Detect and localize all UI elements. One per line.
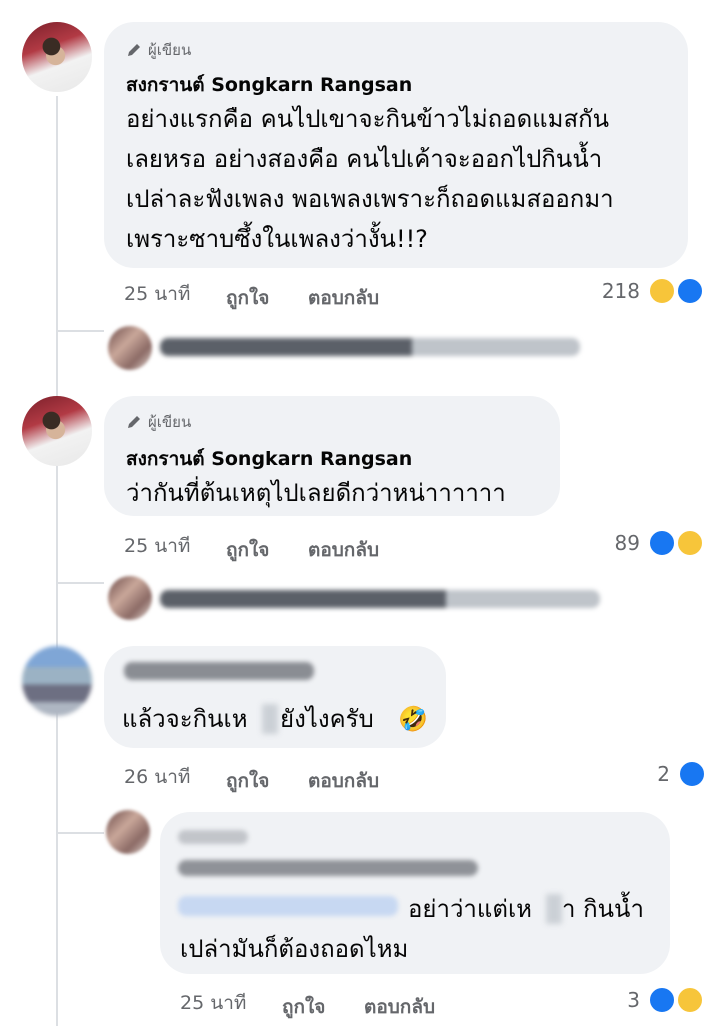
comment-text-line: เปล่ามันก็ต้องถอดไหม	[180, 935, 409, 963]
haha-icon	[676, 529, 704, 557]
thread-connector	[58, 582, 104, 584]
comment-time[interactable]: 25 นาที	[124, 279, 190, 309]
comment-text-line: ยังไงครับ	[280, 705, 374, 733]
avatar	[108, 576, 152, 620]
avatar[interactable]	[106, 810, 150, 854]
reply-button[interactable]: ตอบกลับ	[308, 766, 379, 796]
avatar[interactable]	[22, 396, 92, 466]
comment-text-line: แล้วจะกินเห	[122, 705, 248, 733]
blurred-reply-preview	[160, 338, 580, 356]
comment-text-line: ว่ากันที่ต้นเหตุไปเลยดีกว่าหน่าาาาาา	[126, 479, 506, 507]
author-badge-label: ผู้เขียน	[148, 413, 192, 431]
blurred-mention-tag	[178, 896, 398, 916]
censor-block	[546, 894, 562, 924]
reaction-count[interactable]: 2	[630, 762, 670, 786]
rofl-emoji: 🤣	[398, 705, 428, 733]
like-icon	[676, 277, 704, 305]
reaction-count[interactable]: 3	[600, 988, 640, 1012]
author-badge: ผู้เขียน	[126, 38, 191, 62]
thread-connector	[58, 832, 104, 834]
reply-button[interactable]: ตอบกลับ	[364, 992, 435, 1022]
haha-icon	[676, 986, 704, 1014]
comment-text-line: า กินน้ำ	[562, 895, 644, 923]
blurred-author-badge	[178, 830, 248, 844]
censor-block	[262, 704, 278, 734]
like-icon	[648, 986, 676, 1014]
comment-text-line: เลยหรอ อย่างสองคือ คนไปเค้าจะออกไปกินน้ำ	[126, 145, 603, 173]
reply-button[interactable]: ตอบกลับ	[308, 535, 379, 565]
like-button[interactable]: ถูกใจ	[226, 766, 269, 796]
commenter-name[interactable]: สงกรานต์ Songkarn Rangsan	[126, 70, 412, 100]
author-badge: ผู้เขียน	[126, 410, 191, 434]
pen-icon	[128, 44, 140, 56]
blurred-commenter-name	[124, 662, 314, 680]
like-icon	[648, 529, 676, 557]
thread-connector	[58, 330, 104, 332]
commenter-name[interactable]: สงกรานต์ Songkarn Rangsan	[126, 444, 412, 474]
like-button[interactable]: ถูกใจ	[226, 283, 269, 313]
thread-line	[56, 96, 58, 1026]
comment-text-line: อย่างแรกคือ คนไปเขาจะกินข้าวไม่ถอดแมสกัน	[126, 105, 610, 133]
comment-text-line: เพราะซาบซึ้งในเพลงว่างั้น!!?	[126, 225, 428, 253]
comment-text-line: เปล่าละฟังเพลง พอเพลงเพราะก็ถอดแมสออกมา	[126, 185, 614, 213]
avatar[interactable]	[22, 22, 92, 92]
blurred-reply-preview	[160, 590, 600, 608]
reaction-count[interactable]: 89	[596, 531, 640, 555]
comment-text-line: อย่าว่าแต่เห	[408, 895, 532, 923]
blurred-commenter-name	[178, 860, 478, 876]
avatar[interactable]	[22, 646, 92, 716]
reaction-count[interactable]: 218	[590, 279, 640, 303]
reply-button[interactable]: ตอบกลับ	[308, 283, 379, 313]
like-button[interactable]: ถูกใจ	[282, 992, 325, 1022]
comment-time[interactable]: 25 นาที	[180, 988, 246, 1018]
comment-time[interactable]: 25 นาที	[124, 531, 190, 561]
pen-icon	[128, 416, 140, 428]
like-icon	[678, 760, 706, 788]
comment-time[interactable]: 26 นาที	[124, 762, 190, 792]
like-button[interactable]: ถูกใจ	[226, 535, 269, 565]
haha-icon	[648, 277, 676, 305]
avatar	[108, 326, 152, 370]
author-badge-label: ผู้เขียน	[148, 41, 192, 59]
